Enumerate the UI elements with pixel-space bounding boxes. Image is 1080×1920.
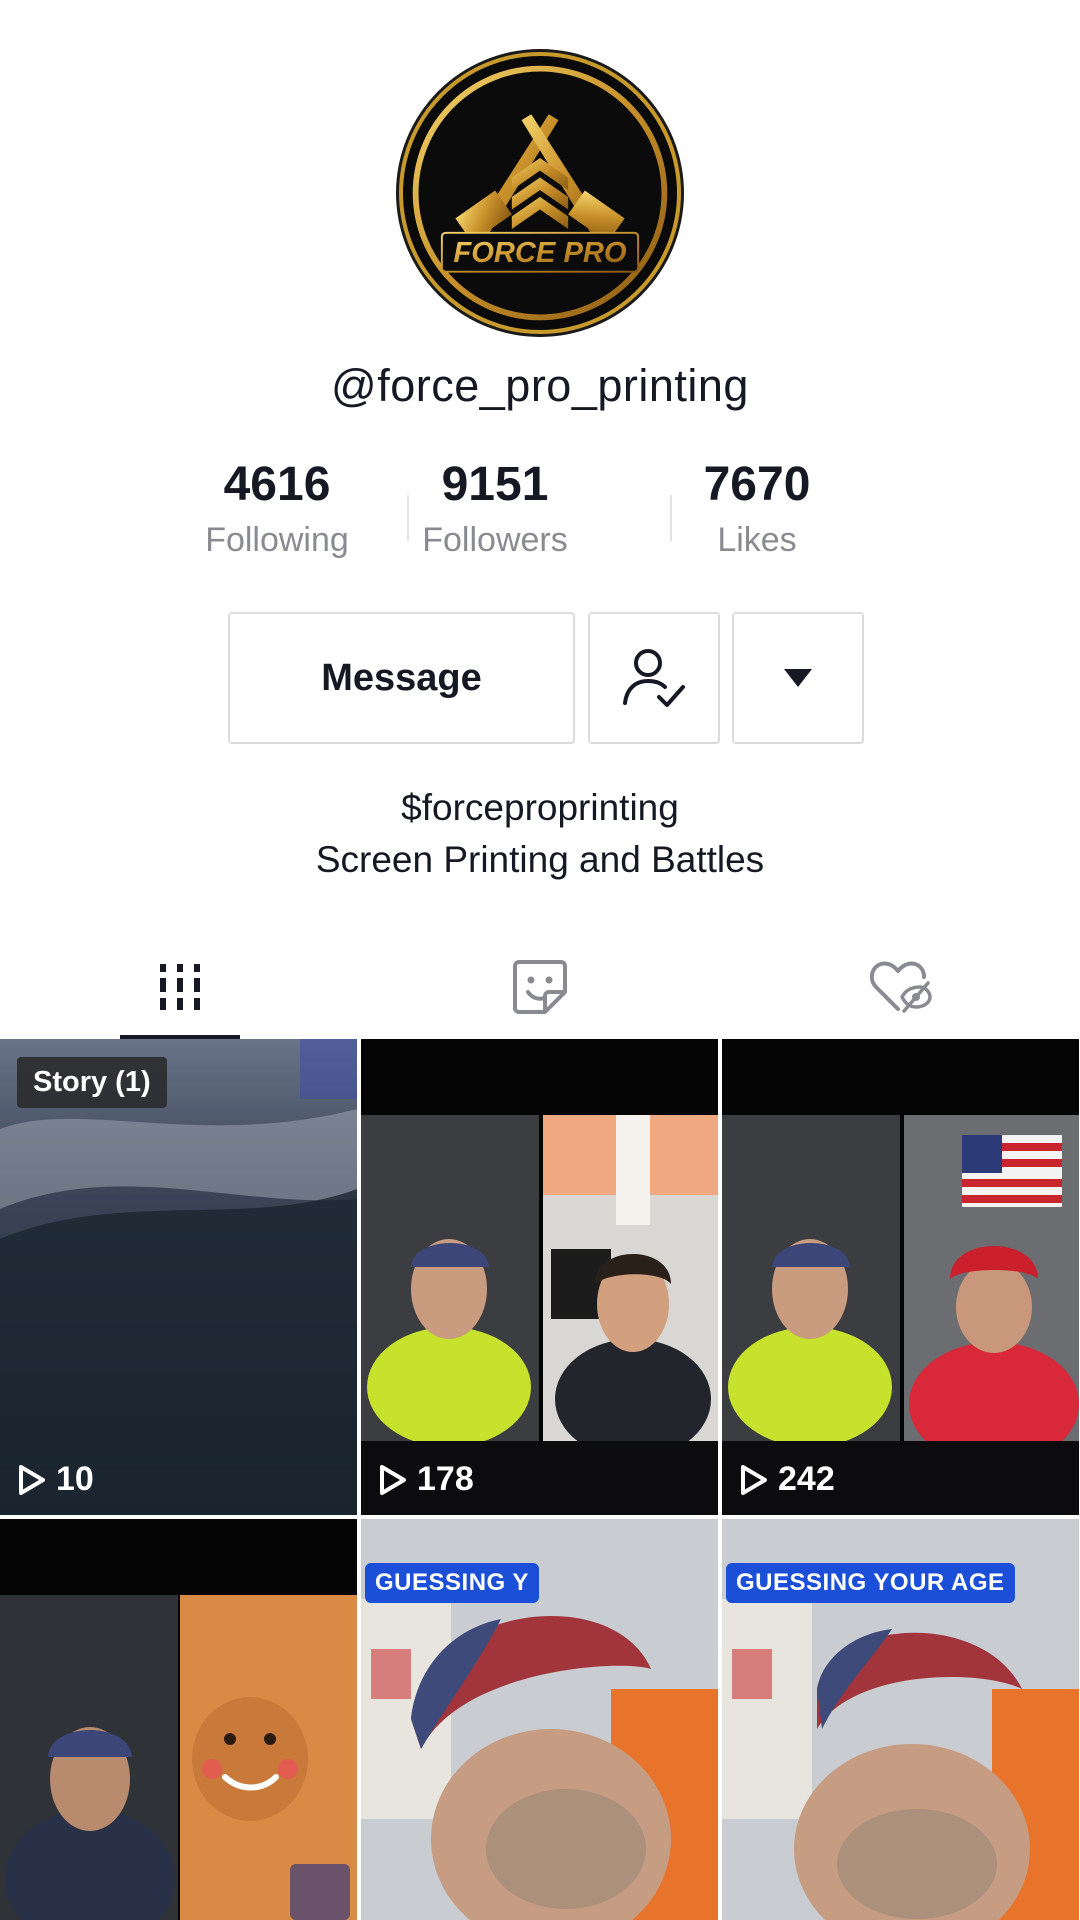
following-label: Following [205,521,349,559]
video-tile[interactable]: GUESSING YOUR AGE [722,1519,1079,1920]
bio-description: Screen Printing and Battles [315,839,765,880]
caret-down-icon [784,669,812,687]
profile-avatar[interactable]: FORCE PRO [399,52,681,334]
profile-tabs [0,935,1080,1039]
message-button[interactable]: Message [228,612,575,744]
likes-label: Likes [717,521,797,559]
stat-following[interactable]: 4616 Following [190,455,364,575]
liked-hidden-icon [869,961,932,1013]
likes-count: 7670 [703,458,811,511]
video-overlay-text: GUESSING Y [365,1563,539,1603]
profile-stats: 4616 Following 9151 Followers 7670 Likes [190,455,890,575]
video-overlay-text: GUESSING YOUR AGE [726,1563,1015,1603]
username: @force_pro_printing [331,360,749,411]
video-thumbnail [722,1039,1079,1515]
view-count: 10 [18,1460,94,1499]
play-icon [741,1464,767,1495]
bio-cashtag[interactable]: $forceproprinting [0,782,1080,834]
sticker-face-icon [513,960,567,1014]
followers-label: Followers [422,521,568,559]
profile-bio: $forceproprinting Screen Printing and Ba… [0,782,1080,886]
view-count-value: 242 [778,1460,835,1498]
avatar-logo-text: FORCE PRO [453,237,626,269]
stat-divider [670,495,672,541]
stat-divider [407,495,409,541]
video-tile[interactable]: 178 [361,1039,718,1515]
following-count: 4616 [223,458,331,511]
story-badge: Story (1) [17,1057,167,1108]
tab-liked[interactable] [720,935,1080,1039]
video-tile[interactable] [0,1519,357,1920]
video-thumbnail [0,1519,357,1920]
followers-count: 9151 [441,458,549,511]
video-tile[interactable]: 242 [722,1039,1079,1515]
play-icon [19,1464,45,1495]
view-count: 242 [740,1460,835,1499]
video-thumbnail [0,1039,357,1515]
force-pro-logo: FORCE PRO [412,65,668,321]
video-tile[interactable]: Story (1) 10 [0,1039,357,1515]
play-icon [380,1464,406,1495]
view-count-value: 178 [417,1460,474,1498]
view-count-value: 10 [56,1460,94,1498]
tab-stickers[interactable] [360,935,720,1039]
stat-likes[interactable]: 7670 Likes [626,455,888,575]
stat-followers[interactable]: 9151 Followers [364,455,626,575]
view-count: 178 [379,1460,474,1499]
tab-videos[interactable] [0,935,360,1039]
more-options-button[interactable] [732,612,864,744]
video-tile[interactable]: GUESSING Y [361,1519,718,1920]
friends-button[interactable] [588,612,720,744]
video-thumbnail [361,1039,718,1515]
person-check-icon [623,649,685,707]
grid-videos-icon [160,964,200,1010]
